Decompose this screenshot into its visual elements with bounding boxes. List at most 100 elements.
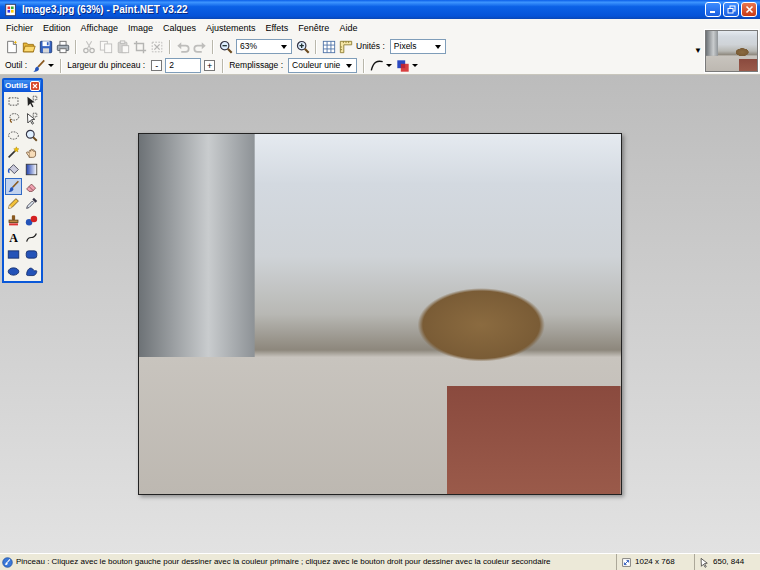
copy-button[interactable] [97, 38, 114, 55]
stepper-button[interactable]: + [204, 60, 215, 71]
menu-item[interactable]: Fenêtre [293, 19, 334, 37]
tools-window-close-button[interactable] [30, 81, 40, 91]
undo-icon [176, 40, 190, 54]
brush-button[interactable] [30, 57, 56, 74]
bucket-icon [7, 163, 20, 176]
close-icon [32, 83, 38, 89]
minimize-button[interactable] [705, 2, 721, 17]
toolbar-label: Unités : [354, 38, 388, 55]
brush-width-field[interactable]: 2 [165, 58, 201, 73]
tool-button[interactable] [23, 127, 40, 144]
image-thumbnail[interactable] [705, 30, 758, 72]
image-list-menu-button[interactable]: ▼ [694, 46, 702, 56]
title-bar: Image3.jpg (63%) - Paint.NET v3.22 [0, 0, 760, 19]
toolbar-label: Largeur du pinceau : [65, 57, 148, 74]
zoomin-button[interactable] [294, 38, 311, 55]
tool-button[interactable] [5, 161, 22, 178]
magicwand-icon [7, 146, 20, 159]
status-hint-text: Pinceau : Cliquez avec le bouton gauche … [16, 555, 612, 569]
crop-button[interactable] [131, 38, 148, 55]
redo-button[interactable] [191, 38, 208, 55]
menu-item[interactable]: Ajustements [201, 19, 261, 37]
linecurve-icon [25, 231, 38, 244]
tool-button[interactable] [23, 229, 40, 246]
new-button[interactable] [3, 38, 20, 55]
tool-button[interactable] [23, 212, 40, 229]
ruler-button[interactable] [337, 38, 354, 55]
deselect-icon [150, 40, 164, 54]
menu-item[interactable]: Affichage [76, 19, 123, 37]
blend-icon [396, 59, 410, 73]
antialias-button[interactable] [368, 57, 394, 74]
stepper-button[interactable]: - [151, 60, 162, 71]
text-tool-icon: A [9, 232, 18, 244]
dropdown[interactable]: Pixels [390, 39, 446, 54]
menu-item[interactable]: Effets [261, 19, 294, 37]
eraser-icon [25, 180, 38, 193]
maximize-button[interactable] [723, 2, 739, 17]
menu-item[interactable]: Fichier [1, 19, 38, 37]
blend-button[interactable] [394, 57, 420, 74]
ruler-icon [339, 40, 353, 54]
dropdown-value: Couleur unie [292, 59, 340, 72]
close-button[interactable] [741, 2, 757, 17]
dropdown-arrow-icon [281, 45, 287, 49]
dropdown-arrow-icon [386, 64, 392, 67]
open-button[interactable] [20, 38, 37, 55]
tool-button[interactable] [5, 178, 22, 195]
antialias-icon [370, 59, 384, 73]
tool-button[interactable] [5, 195, 22, 212]
tool-button[interactable] [5, 110, 22, 127]
window-title: Image3.jpg (63%) - Paint.NET v3.22 [22, 0, 705, 19]
tool-button[interactable] [23, 263, 40, 280]
tool-button[interactable] [5, 263, 22, 280]
tool-button[interactable] [23, 178, 40, 195]
tool-button[interactable] [23, 93, 40, 110]
tool-button[interactable] [5, 93, 22, 110]
zoom-icon [25, 129, 38, 142]
redo-icon [193, 40, 207, 54]
cut-icon [82, 40, 96, 54]
dropdown-value: 63% [240, 40, 257, 53]
tool-button[interactable] [5, 144, 22, 161]
undo-button[interactable] [174, 38, 191, 55]
maximize-icon [727, 5, 736, 14]
tool-button[interactable] [23, 144, 40, 161]
zoomout-button[interactable] [217, 38, 234, 55]
dropdown[interactable]: Couleur unie [288, 58, 357, 73]
tool-button[interactable]: A [5, 229, 22, 246]
save-icon [39, 40, 53, 54]
header: FichierEditionAffichageImageCalquesAjust… [0, 19, 760, 75]
menu-item[interactable]: Aide [334, 19, 362, 37]
tool-button[interactable] [23, 246, 40, 263]
paste-icon [116, 40, 130, 54]
tools-window: OutilsA [2, 78, 43, 283]
menu-item[interactable]: Calques [158, 19, 201, 37]
paintbrush-icon [7, 180, 20, 193]
save-button[interactable] [37, 38, 54, 55]
cut-button[interactable] [80, 38, 97, 55]
tool-button[interactable] [5, 127, 22, 144]
pencil-icon [7, 197, 20, 210]
tool-button[interactable] [5, 212, 22, 229]
dropdown-arrow-icon [412, 64, 418, 67]
toolbar-separator [315, 40, 316, 54]
toolbar-separator [169, 40, 170, 54]
deselect-button[interactable] [148, 38, 165, 55]
tool-button[interactable] [23, 110, 40, 127]
grid-button[interactable] [320, 38, 337, 55]
dropdown-arrow-icon [435, 45, 441, 49]
print-button[interactable] [54, 38, 71, 55]
paste-button[interactable] [114, 38, 131, 55]
paint-net-logo-icon [4, 3, 18, 17]
tool-button[interactable] [23, 161, 40, 178]
menu-item[interactable]: Image [123, 19, 158, 37]
open-icon [22, 40, 36, 54]
image-canvas[interactable] [138, 133, 622, 495]
gradient-icon [25, 163, 38, 176]
dropdown[interactable]: 63% [236, 39, 292, 54]
tool-button[interactable] [23, 195, 40, 212]
movepixels-icon [25, 95, 38, 108]
menu-item[interactable]: Edition [38, 19, 76, 37]
tool-button[interactable] [5, 246, 22, 263]
